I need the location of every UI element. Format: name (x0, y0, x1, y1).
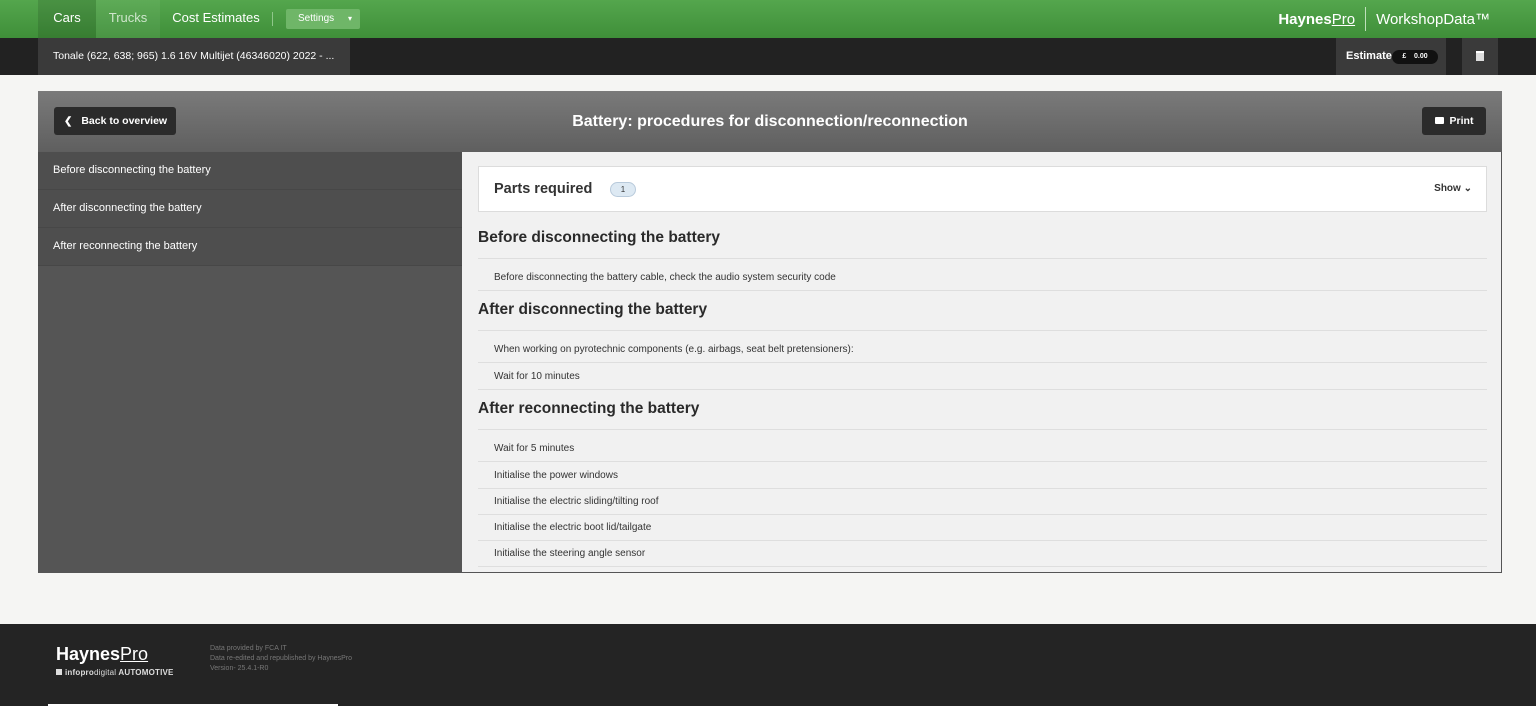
estimate-currency: £ (1402, 53, 1407, 60)
print-label: Print (1449, 115, 1474, 127)
list-item: Initialise the steering angle sensor (478, 541, 1487, 567)
footer-logo: HaynesPro (56, 644, 148, 665)
panel-header: ❮ Back to overview Battery: procedures f… (38, 91, 1502, 152)
parts-title: Parts required (494, 181, 593, 197)
procedure-content: Parts required 1 Show ⌄ Before disconnec… (462, 152, 1501, 572)
list-item: Wait for 10 minutes (478, 364, 1487, 390)
footer: HaynesPro infoprodigital AUTOMOTIVE Data… (0, 624, 1536, 706)
procedure-panel: ❮ Back to overview Battery: procedures f… (38, 91, 1502, 573)
chevron-left-icon: ❮ (64, 116, 73, 127)
chevron-down-icon: ▾ (347, 14, 352, 23)
footer-logo-bold: Haynes (56, 644, 121, 664)
parts-count-badge: 1 (610, 182, 636, 197)
divider (478, 330, 1487, 331)
parts-required-box: Parts required 1 Show ⌄ (478, 166, 1487, 212)
estimate-amount-badge: £ 0.00 (1392, 50, 1438, 64)
sublogo-digital: digital (93, 668, 117, 677)
print-icon (1434, 117, 1444, 124)
back-label: Back to overview (81, 115, 168, 127)
section-heading: After disconnecting the battery (478, 301, 708, 318)
sidebar-item-before-disconnecting[interactable]: Before disconnecting the battery (38, 152, 462, 190)
brand-pro: Pro (1331, 10, 1356, 28)
nav-divider (272, 12, 273, 26)
tab-cost-estimates[interactable]: Cost Estimates (160, 0, 272, 38)
estimate-label: Estimate (1346, 50, 1392, 62)
settings-label: Settings (298, 13, 335, 24)
parts-show-toggle[interactable]: Show ⌄ (1434, 167, 1472, 211)
brand-divider (1365, 7, 1367, 31)
back-to-overview-button[interactable]: ❮ Back to overview (54, 107, 176, 135)
footer-sublogo: infoprodigital AUTOMOTIVE (56, 668, 174, 677)
sidebar-item-after-reconnecting[interactable]: After reconnecting the battery (38, 228, 462, 266)
list-item: When working on pyrotechnic components (… (478, 337, 1487, 363)
brand-logo: Haynes Pro WorkshopData™ (1278, 0, 1490, 38)
show-label: Show (1434, 183, 1461, 194)
tab-trucks[interactable]: Trucks (96, 0, 160, 38)
sidebar-item-after-disconnecting[interactable]: After disconnecting the battery (38, 190, 462, 228)
list-item: Before disconnecting the battery cable, … (478, 265, 1487, 291)
footer-info-line: Data provided by FCA IT (210, 645, 287, 652)
estimate-amount: 0.00 (1414, 53, 1428, 60)
list-item: Wait for 5 minutes (478, 436, 1487, 462)
footer-info-line: Version- 25.4.1-R0 (210, 665, 269, 672)
footer-logo-pro: Pro (120, 644, 149, 664)
brand-name: Haynes (1278, 10, 1332, 28)
section-heading: Before disconnecting the battery (478, 229, 721, 246)
trash-icon (1476, 51, 1484, 61)
chevron-down-icon: ⌄ (1463, 183, 1472, 194)
estimate-button[interactable]: Estimate £ 0.00 (1336, 38, 1446, 75)
sublogo-infopro: infopro (65, 668, 94, 677)
infopro-square-icon (56, 669, 62, 675)
top-nav: Cars Trucks Cost Estimates Settings ▾ Ha… (0, 0, 1536, 38)
page-title: Battery: procedures for disconnection/re… (572, 113, 968, 130)
list-item: Initialise the electric sliding/tilting … (478, 489, 1487, 515)
list-item: Initialise the electric boot lid/tailgat… (478, 515, 1487, 541)
divider (478, 429, 1487, 430)
list-item: Initialise the power windows (478, 463, 1487, 489)
vehicle-bar: Tonale (622, 638; 965) 1.6 16V Multijet … (0, 38, 1536, 75)
section-heading: After reconnecting the battery (478, 400, 700, 417)
clear-button[interactable] (1462, 38, 1498, 75)
sublogo-automotive: AUTOMOTIVE (118, 668, 174, 677)
vehicle-selector[interactable]: Tonale (622, 638; 965) 1.6 16V Multijet … (38, 38, 350, 75)
print-button[interactable]: Print (1422, 107, 1486, 135)
footer-info-line: Data re-edited and republished by Haynes… (210, 655, 353, 662)
footer-info: Data provided by FCA IT Data re-edited a… (210, 644, 352, 674)
settings-dropdown[interactable]: Settings ▾ (286, 9, 360, 29)
tab-cars[interactable]: Cars (38, 0, 96, 38)
divider (478, 258, 1487, 259)
product-name: WorkshopData™ (1376, 10, 1490, 28)
section-sidebar: Before disconnecting the battery After d… (38, 152, 462, 573)
